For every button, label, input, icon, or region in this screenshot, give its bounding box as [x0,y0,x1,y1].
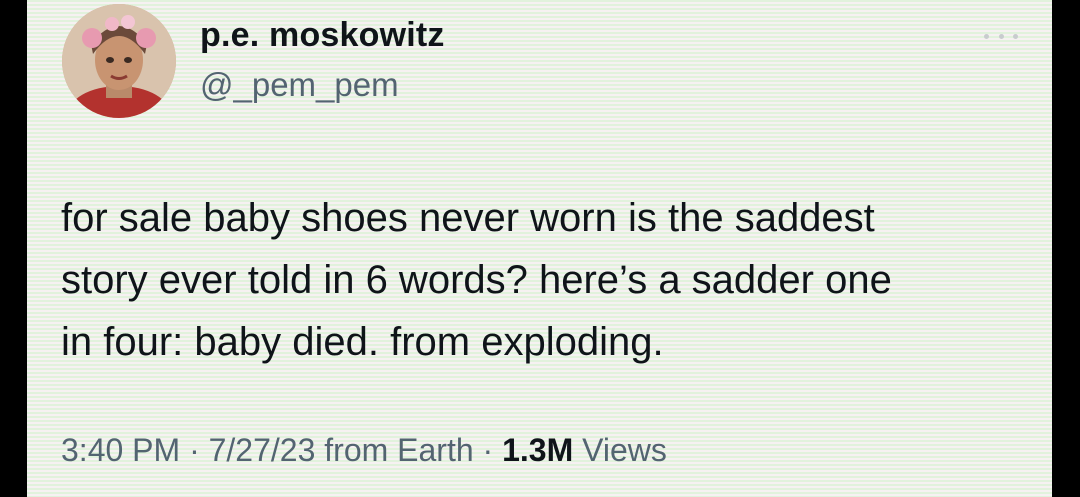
meta-separator: · [189,432,200,468]
more-dot [998,33,1004,39]
tweet-text-line: in four: baby died. from exploding. [61,320,664,364]
meta-separator: · [482,432,494,468]
author-display-name[interactable]: p.e. moskowitz [200,16,445,55]
more-dot [984,33,989,39]
tweet-meta: 3:40 PM · 7/27/23 from Earth · 1.3M View… [61,432,667,469]
tweet-text-line: story ever told in 6 words? here’s a sad… [61,258,892,302]
source-prefix: from [324,432,389,468]
tweet-card: p.e. moskowitz @_pem_pem for sale baby s… [27,0,1052,497]
avatar-image [62,4,176,118]
views-count: 1.3M [502,432,574,468]
author-handle[interactable]: @_pem_pem [200,66,399,104]
more-dots-icon[interactable] [984,30,1018,42]
screenshot-frame: p.e. moskowitz @_pem_pem for sale baby s… [0,0,1080,497]
tweet-source[interactable]: Earth [397,432,473,468]
author-avatar[interactable] [62,4,176,118]
tweet-time[interactable]: 3:40 PM [61,432,180,468]
tweet-date[interactable]: 7/27/23 [209,432,316,468]
more-dot [1013,33,1018,39]
tweet-text-line: for sale baby shoes never worn is the sa… [61,196,875,240]
tweet-text: for sale baby shoes never worn is the sa… [61,187,1021,373]
views-label: Views [582,432,667,468]
